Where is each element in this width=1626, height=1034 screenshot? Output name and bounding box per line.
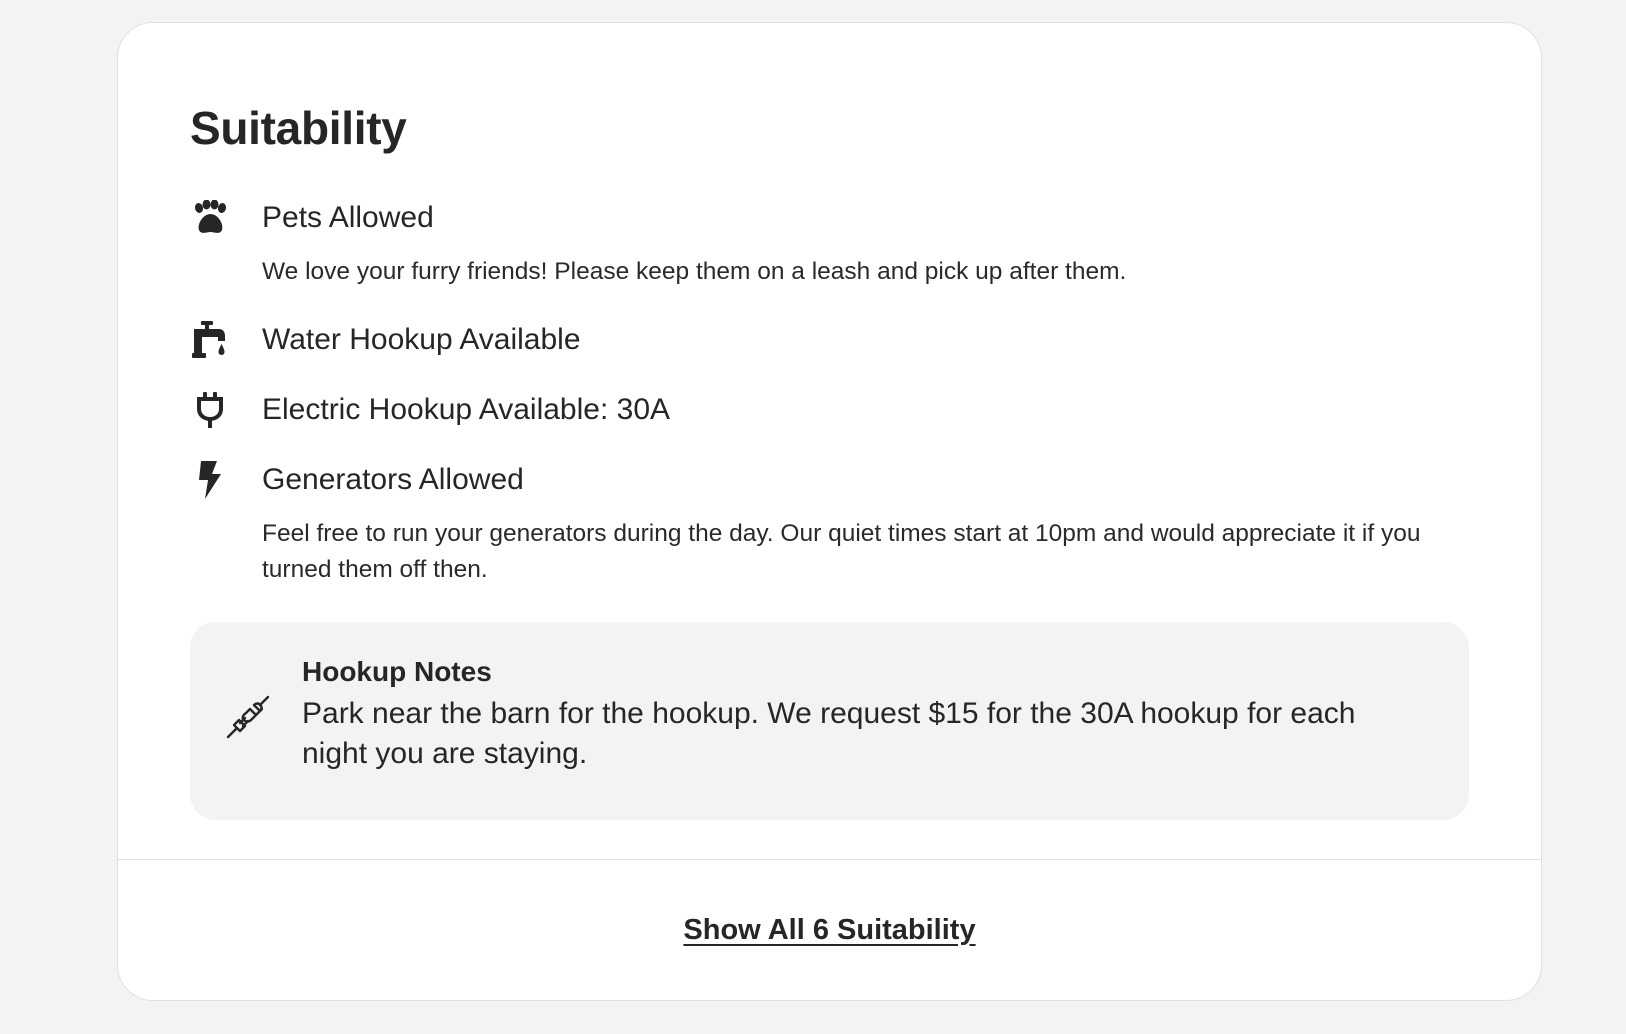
paw-icon [190, 198, 230, 238]
suitability-item-description: Feel free to run your generators during … [262, 519, 1421, 583]
electric-plug-icon [190, 390, 230, 430]
suitability-item-generators: Generators Allowed Feel free to run your… [190, 460, 1469, 588]
section-title: Suitability [190, 102, 407, 154]
water-spigot-icon [190, 320, 230, 360]
suitability-item-label: Pets Allowed [262, 200, 434, 234]
hookup-notes-title: Hookup Notes [302, 655, 492, 687]
suitability-item-label: Water Hookup Available [262, 322, 581, 356]
suitability-item-label: Generators Allowed [262, 462, 524, 496]
card-footer: Show All 6 Suitability [118, 860, 1541, 1000]
suitability-card: Suitability Pets Allowed We love your fu… [117, 22, 1542, 1001]
suitability-item-electric: Electric Hookup Available: 30A [190, 390, 1469, 430]
hookup-notes: Hookup Notes Park near the barn for the … [190, 621, 1469, 820]
suitability-item-pets: Pets Allowed We love your furry friends!… [190, 198, 1469, 290]
suitability-item-water: Water Hookup Available [190, 320, 1469, 360]
suitability-list: Pets Allowed We love your furry friends!… [190, 198, 1469, 588]
hookup-notes-body: Park near the barn for the hookup. We re… [302, 696, 1356, 770]
suitability-card-body: Suitability Pets Allowed We love your fu… [118, 23, 1541, 820]
show-all-suitability-link[interactable]: Show All 6 Suitability [683, 914, 975, 947]
suitability-item-label: Electric Hookup Available: 30A [262, 392, 671, 426]
lightning-bolt-icon [190, 460, 230, 500]
suitability-item-description: We love your furry friends! Please keep … [262, 257, 1127, 285]
plug-connect-icon [226, 695, 270, 739]
